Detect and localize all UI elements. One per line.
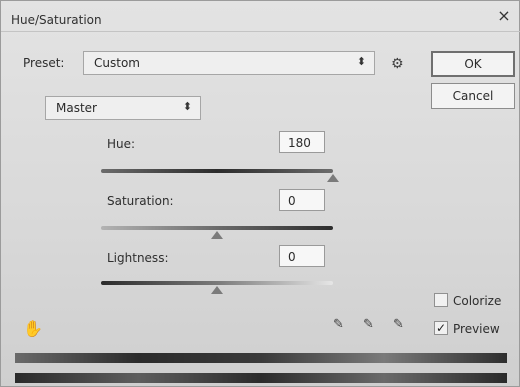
hue-slider-track[interactable]	[101, 169, 333, 173]
saturation-slider-track[interactable]	[101, 226, 333, 230]
hue-slider-thumb[interactable]	[327, 174, 339, 182]
lightness-slider-track[interactable]	[101, 281, 333, 285]
preset-select[interactable]: Custom ⬍	[83, 51, 375, 75]
close-button[interactable]: ×	[495, 7, 513, 25]
saturation-label: Saturation:	[107, 194, 174, 208]
colorize-checkbox[interactable]	[434, 293, 448, 307]
eyedropper-plus-icon[interactable]: ✎	[363, 317, 374, 332]
saturation-slider-thumb[interactable]	[211, 231, 223, 239]
channel-select[interactable]: Master ⬍	[45, 96, 201, 120]
colorize-label: Colorize	[453, 294, 502, 308]
title-bar[interactable]: Hue/Saturation ×	[1, 1, 520, 32]
lightness-input[interactable]: 0	[279, 245, 325, 267]
hue-value: 180	[288, 136, 311, 150]
saturation-value: 0	[288, 194, 296, 208]
ok-button[interactable]: OK	[431, 51, 515, 77]
source-color-bar	[15, 353, 507, 363]
preview-label: Preview	[453, 322, 500, 336]
eyedropper-icon[interactable]: ✎	[333, 317, 344, 332]
lightness-slider-thumb[interactable]	[211, 286, 223, 294]
saturation-input[interactable]: 0	[279, 189, 325, 211]
chevron-updown-icon: ⬍	[356, 55, 366, 68]
chevron-updown-icon: ⬍	[182, 100, 192, 113]
hue-input[interactable]: 180	[279, 131, 325, 153]
hand-icon[interactable]: ✋	[23, 319, 43, 338]
gear-icon[interactable]: ⚙	[391, 56, 404, 72]
lightness-label: Lightness:	[107, 251, 169, 265]
preset-label: Preset:	[23, 56, 65, 70]
lightness-value: 0	[288, 250, 296, 264]
channel-value: Master	[56, 101, 97, 115]
eyedropper-minus-icon[interactable]: ✎	[393, 317, 404, 332]
cancel-button[interactable]: Cancel	[431, 83, 515, 109]
preset-value: Custom	[94, 56, 140, 70]
preview-checkbox[interactable]: ✓	[434, 321, 448, 335]
hue-label: Hue:	[107, 137, 136, 151]
result-color-bar	[15, 373, 507, 383]
dialog-title: Hue/Saturation	[11, 13, 102, 27]
checkmark-icon: ✓	[435, 321, 447, 335]
hue-saturation-dialog: Hue/Saturation × Preset: Custom ⬍ ⚙ OK C…	[0, 0, 520, 387]
